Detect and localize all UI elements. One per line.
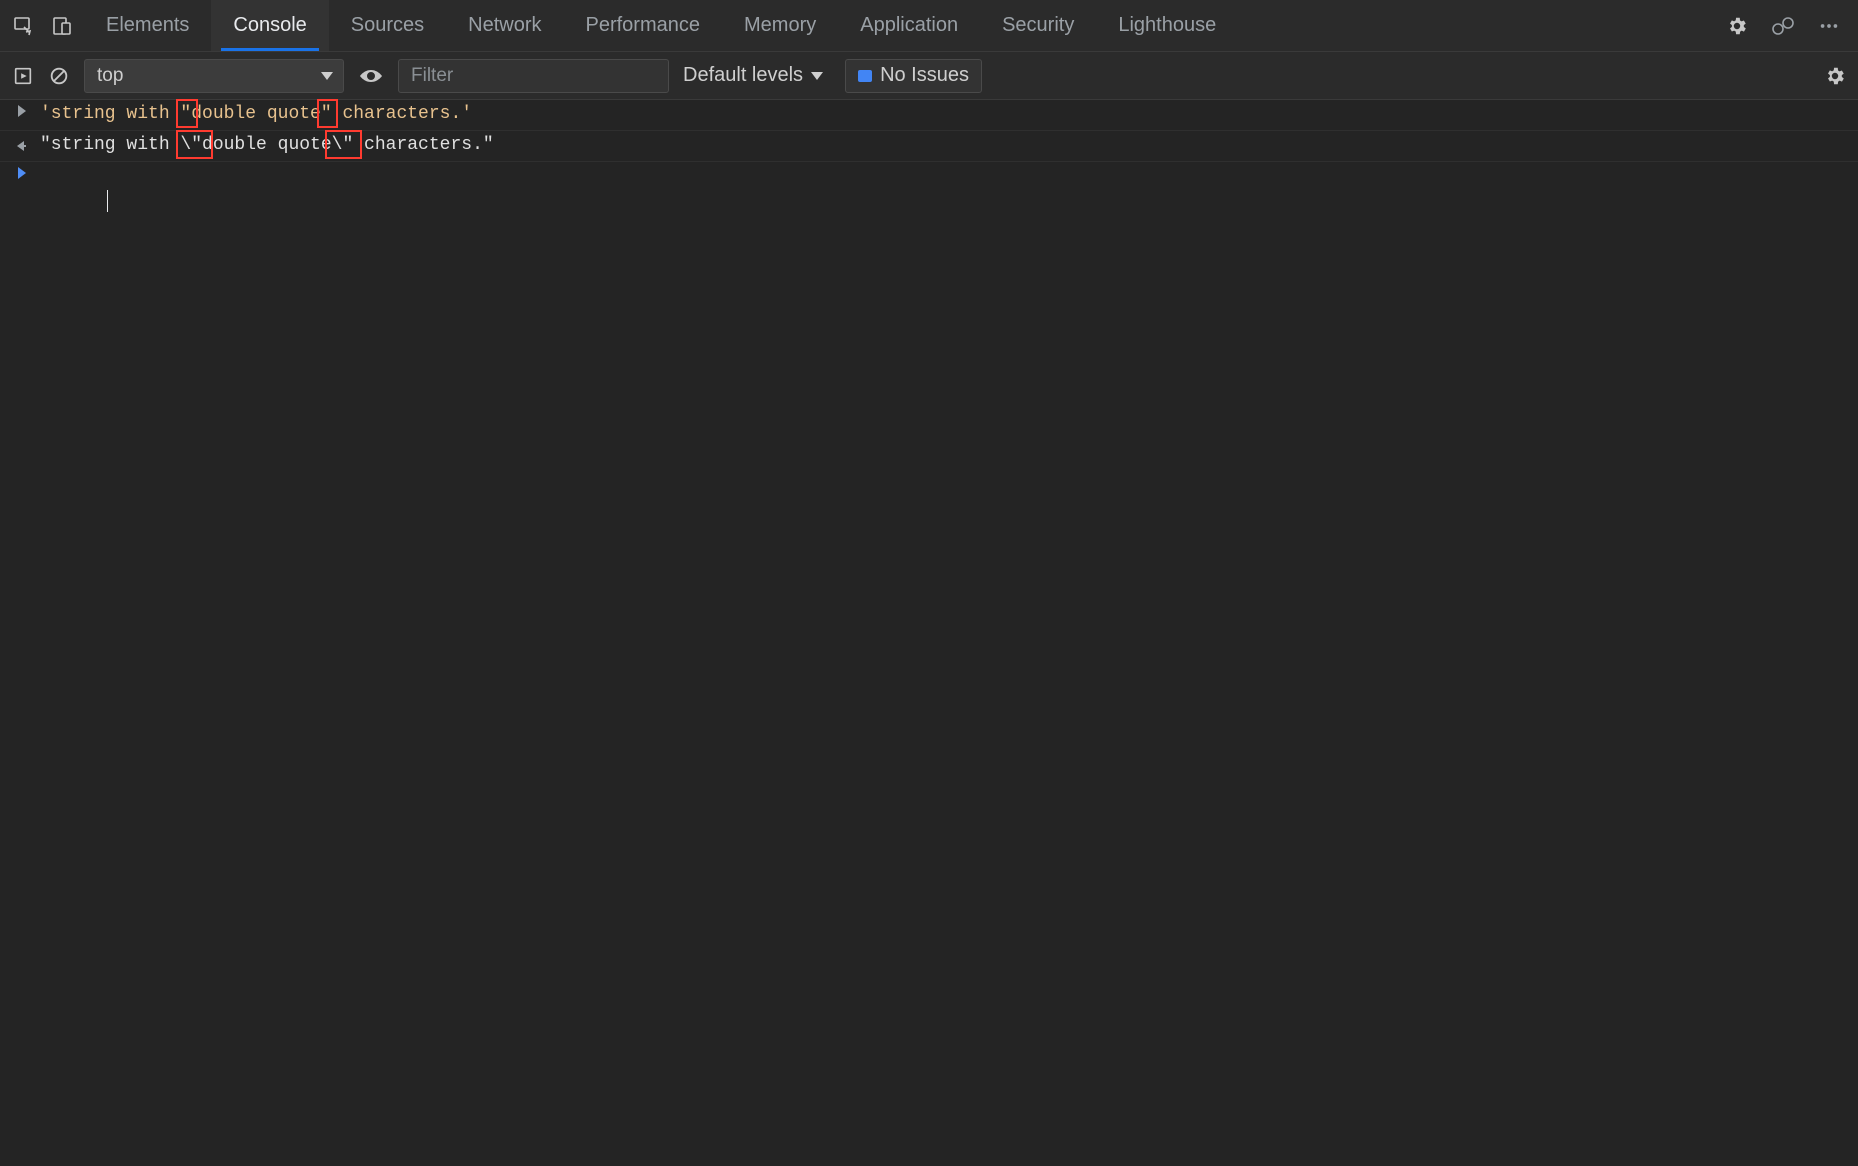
console-output: 'string with "double quote" characters.'… xyxy=(0,100,1858,247)
tab-security[interactable]: Security xyxy=(980,0,1096,51)
tab-sources[interactable]: Sources xyxy=(329,0,446,51)
chevron-right-icon xyxy=(18,167,26,179)
issues-pill[interactable]: No Issues xyxy=(845,59,982,93)
tab-elements[interactable]: Elements xyxy=(84,0,211,51)
tab-application[interactable]: Application xyxy=(838,0,980,51)
input-marker xyxy=(14,101,30,117)
chevron-down-icon xyxy=(811,72,823,80)
console-input-code: 'string with "double quote" characters.' xyxy=(40,101,472,128)
output-marker xyxy=(14,132,30,152)
tab-label: Console xyxy=(233,14,306,37)
devtools-tabbar: Elements Console Sources Network Perform… xyxy=(0,0,1858,52)
prompt-marker xyxy=(14,163,30,179)
tab-memory[interactable]: Memory xyxy=(722,0,838,51)
tab-label: Elements xyxy=(106,14,189,37)
clear-console-icon[interactable] xyxy=(48,65,70,87)
tab-label: Application xyxy=(860,14,958,37)
chevron-right-icon xyxy=(18,105,26,117)
levels-label: Default levels xyxy=(683,64,803,87)
live-expression-eye-icon[interactable] xyxy=(358,65,384,87)
console-toolbar: top Default levels No Issues xyxy=(0,52,1858,100)
issues-icon xyxy=(858,70,872,82)
tab-label: Performance xyxy=(586,14,701,37)
console-prompt-input[interactable] xyxy=(40,163,108,245)
tabbar-leading-icons xyxy=(8,14,84,38)
return-arrow-icon xyxy=(15,138,29,152)
issues-label: No Issues xyxy=(880,64,969,87)
execution-context-select[interactable]: top xyxy=(84,59,344,93)
console-output-code: "string with \"double quote\" characters… xyxy=(40,132,494,159)
tabbar-trailing-icons xyxy=(1726,15,1850,37)
context-value: top xyxy=(97,65,123,87)
tab-label: Memory xyxy=(744,14,816,37)
settings-gear-icon[interactable] xyxy=(1726,15,1748,37)
tab-label: Network xyxy=(468,14,541,37)
console-input-row: 'string with "double quote" characters.' xyxy=(0,100,1858,131)
text-caret xyxy=(107,190,108,212)
tab-label: Sources xyxy=(351,14,424,37)
tab-network[interactable]: Network xyxy=(446,0,563,51)
more-vertical-icon[interactable] xyxy=(1818,15,1840,37)
console-prompt-row[interactable] xyxy=(0,162,1858,247)
toggle-sidebar-icon[interactable] xyxy=(12,65,34,87)
tab-label: Lighthouse xyxy=(1118,14,1216,37)
log-levels-select[interactable]: Default levels xyxy=(683,64,823,87)
console-output-row: "string with \"double quote\" characters… xyxy=(0,131,1858,162)
activity-icon[interactable] xyxy=(1770,15,1796,37)
devtools-tabs: Elements Console Sources Network Perform… xyxy=(84,0,1726,51)
tab-label: Security xyxy=(1002,14,1074,37)
console-settings-gear-icon[interactable] xyxy=(1824,65,1846,87)
device-toolbar-icon[interactable] xyxy=(50,14,74,38)
chevron-down-icon xyxy=(321,72,333,80)
tab-lighthouse[interactable]: Lighthouse xyxy=(1096,0,1238,51)
filter-input[interactable] xyxy=(398,59,669,93)
inspect-element-icon[interactable] xyxy=(12,14,36,38)
tab-console[interactable]: Console xyxy=(211,0,328,51)
tab-performance[interactable]: Performance xyxy=(564,0,723,51)
